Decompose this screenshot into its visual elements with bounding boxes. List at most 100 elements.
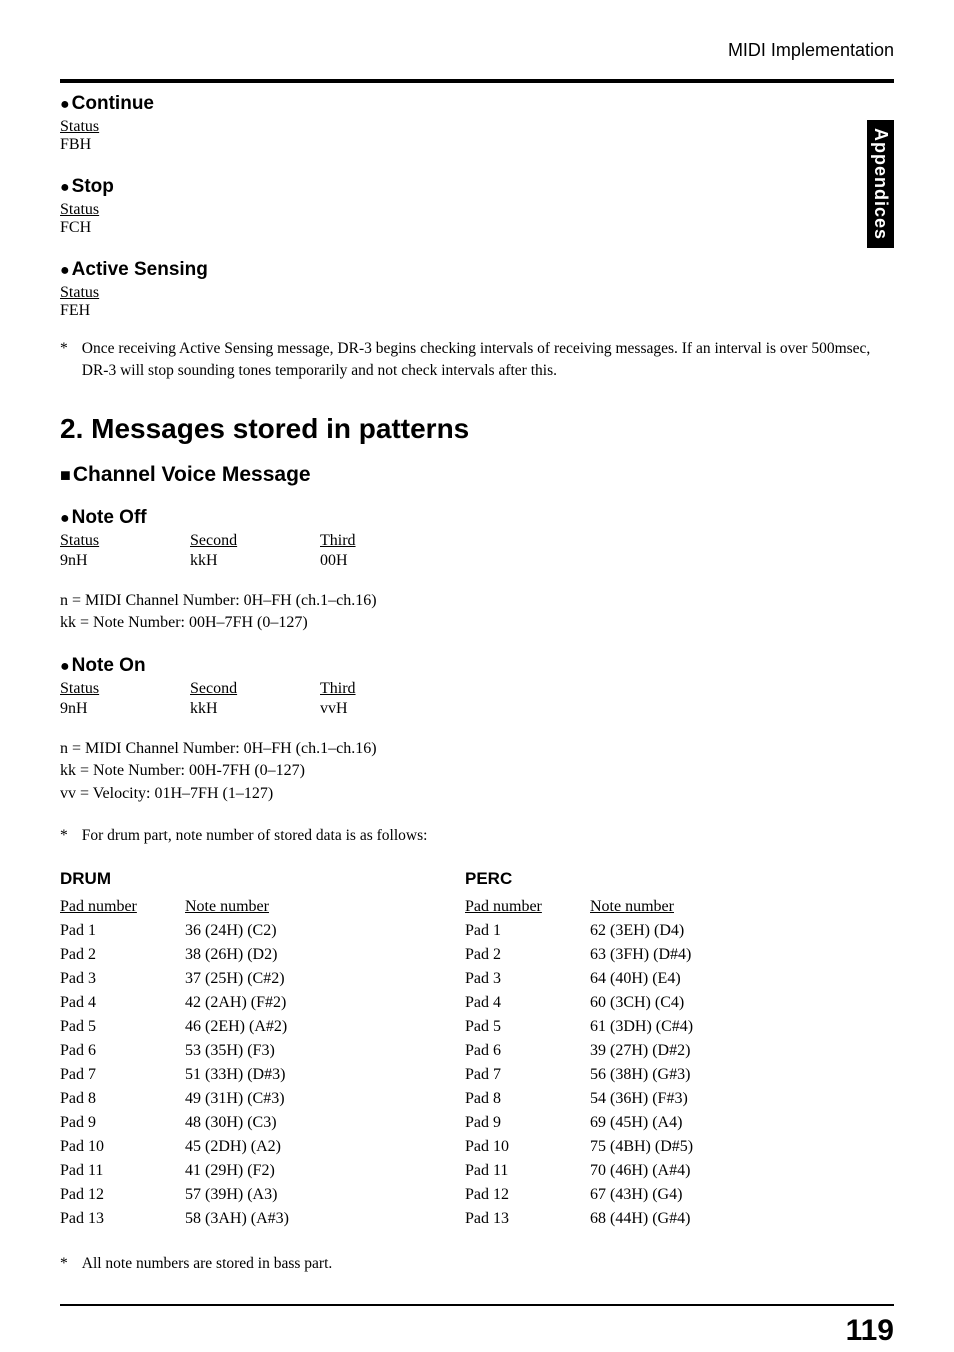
perc-note-cell: 63 (3FH) (D#4) [590, 943, 790, 967]
heading-continue: Continue [60, 93, 894, 115]
note-on-val-third: vvH [320, 700, 450, 718]
drum-pad-cell: Pad 5 [60, 1015, 185, 1039]
perc-pad-cell: Pad 8 [465, 1087, 590, 1111]
perc-row: Pad 162 (3EH) (D4) [465, 919, 790, 943]
note-off-params: n = MIDI Channel Number: 0H–FH (ch.1–ch.… [60, 590, 894, 635]
note-on-col-status: Status [60, 680, 190, 698]
drum-pad-cell: Pad 8 [60, 1087, 185, 1111]
side-tab-appendices: Appendices [867, 120, 894, 248]
perc-note-cell: 69 (45H) (A4) [590, 1111, 790, 1135]
perc-note-cell: 67 (43H) (G4) [590, 1183, 790, 1207]
active-sensing-status-label: Status [60, 284, 894, 302]
drum-row: Pad 948 (30H) (C3) [60, 1111, 385, 1135]
perc-row: Pad 756 (38H) (G#3) [465, 1063, 790, 1087]
note-on-drum-note-text: For drum part, note number of stored dat… [82, 825, 428, 847]
continue-status-label: Status [60, 118, 894, 136]
page-number: 119 [60, 1314, 894, 1348]
perc-pad-cell: Pad 9 [465, 1111, 590, 1135]
note-on-param-vv: vv = Velocity: 01H–7FH (1–127) [60, 783, 894, 805]
perc-row: Pad 1075 (4BH) (D#5) [465, 1135, 790, 1159]
perc-row: Pad 460 (3CH) (C4) [465, 991, 790, 1015]
active-sensing-note: * Once receiving Active Sensing message,… [60, 338, 894, 383]
drum-note-cell: 49 (31H) (C#3) [185, 1087, 385, 1111]
perc-note-cell: 54 (36H) (F#3) [590, 1087, 790, 1111]
note-on-drum-note: * For drum part, note number of stored d… [60, 825, 894, 847]
perc-note-cell: 62 (3EH) (D4) [590, 919, 790, 943]
drum-pad-cell: Pad 12 [60, 1183, 185, 1207]
drum-pad-cell: Pad 10 [60, 1135, 185, 1159]
drum-pad-cell: Pad 4 [60, 991, 185, 1015]
drum-head-pad: Pad number [60, 895, 185, 919]
note-on-param-kk: kk = Note Number: 00H-7FH (0–127) [60, 760, 894, 782]
perc-pad-cell: Pad 12 [465, 1183, 590, 1207]
drum-note-cell: 37 (25H) (C#2) [185, 967, 385, 991]
drum-pad-cell: Pad 3 [60, 967, 185, 991]
perc-row: Pad 1170 (46H) (A#4) [465, 1159, 790, 1183]
note-asterisk-icon: * [60, 338, 68, 383]
bass-note-text: All note numbers are stored in bass part… [82, 1253, 333, 1275]
perc-table-head: Pad number Note number [465, 895, 790, 919]
perc-table-title: PERC [465, 869, 790, 889]
active-sensing-note-text: Once receiving Active Sensing message, D… [82, 338, 894, 383]
page-header-title: MIDI Implementation [60, 40, 894, 61]
perc-row: Pad 364 (40H) (E4) [465, 967, 790, 991]
perc-note-cell: 75 (4BH) (D#5) [590, 1135, 790, 1159]
drum-note-cell: 46 (2EH) (A#2) [185, 1015, 385, 1039]
drum-note-cell: 38 (26H) (D2) [185, 943, 385, 967]
footer-rule [60, 1304, 894, 1306]
perc-row: Pad 561 (3DH) (C#4) [465, 1015, 790, 1039]
note-off-col-third: Third [320, 532, 450, 550]
perc-pad-cell: Pad 1 [465, 919, 590, 943]
perc-pad-cell: Pad 7 [465, 1063, 590, 1087]
note-asterisk-icon: * [60, 825, 68, 847]
perc-note-cell: 61 (3DH) (C#4) [590, 1015, 790, 1039]
note-off-header-row: Status Second Third [60, 532, 894, 550]
perc-pad-cell: Pad 6 [465, 1039, 590, 1063]
drum-note-cell: 51 (33H) (D#3) [185, 1063, 385, 1087]
drum-pad-cell: Pad 9 [60, 1111, 185, 1135]
drum-table-title: DRUM [60, 869, 385, 889]
perc-row: Pad 854 (36H) (F#3) [465, 1087, 790, 1111]
note-on-params: n = MIDI Channel Number: 0H–FH (ch.1–ch.… [60, 738, 894, 805]
drum-note-cell: 36 (24H) (C2) [185, 919, 385, 943]
header-rule [60, 79, 894, 83]
drum-row: Pad 653 (35H) (F3) [60, 1039, 385, 1063]
drum-note-cell: 53 (35H) (F3) [185, 1039, 385, 1063]
perc-pad-cell: Pad 4 [465, 991, 590, 1015]
perc-row: Pad 1267 (43H) (G4) [465, 1183, 790, 1207]
perc-pad-cell: Pad 10 [465, 1135, 590, 1159]
perc-row: Pad 639 (27H) (D#2) [465, 1039, 790, 1063]
note-off-val-status: 9nH [60, 552, 190, 570]
drum-pad-cell: Pad 2 [60, 943, 185, 967]
perc-note-cell: 39 (27H) (D#2) [590, 1039, 790, 1063]
section-2-title: 2. Messages stored in patterns [60, 413, 894, 445]
perc-head-note: Note number [590, 895, 790, 919]
drum-note-cell: 42 (2AH) (F#2) [185, 991, 385, 1015]
note-off-val-third: 00H [320, 552, 450, 570]
drum-pad-cell: Pad 1 [60, 919, 185, 943]
note-on-col-third: Third [320, 680, 450, 698]
note-off-col-second: Second [190, 532, 320, 550]
heading-note-on: Note On [60, 655, 894, 677]
note-on-value-row: 9nH kkH vvH [60, 700, 894, 718]
drum-row: Pad 849 (31H) (C#3) [60, 1087, 385, 1111]
drum-pad-cell: Pad 7 [60, 1063, 185, 1087]
heading-stop: Stop [60, 176, 894, 198]
drum-row: Pad 136 (24H) (C2) [60, 919, 385, 943]
stop-status-label: Status [60, 201, 894, 219]
perc-note-cell: 68 (44H) (G#4) [590, 1207, 790, 1231]
drum-pad-cell: Pad 13 [60, 1207, 185, 1231]
drum-row: Pad 238 (26H) (D2) [60, 943, 385, 967]
perc-row: Pad 263 (3FH) (D#4) [465, 943, 790, 967]
drum-row: Pad 1045 (2DH) (A2) [60, 1135, 385, 1159]
bass-note: * All note numbers are stored in bass pa… [60, 1253, 894, 1275]
note-on-header-row: Status Second Third [60, 680, 894, 698]
drum-row: Pad 546 (2EH) (A#2) [60, 1015, 385, 1039]
perc-note-cell: 64 (40H) (E4) [590, 967, 790, 991]
drum-pad-cell: Pad 6 [60, 1039, 185, 1063]
drum-row: Pad 751 (33H) (D#3) [60, 1063, 385, 1087]
drum-pad-cell: Pad 11 [60, 1159, 185, 1183]
drum-note-cell: 57 (39H) (A3) [185, 1183, 385, 1207]
perc-pad-cell: Pad 13 [465, 1207, 590, 1231]
note-on-val-second: kkH [190, 700, 320, 718]
